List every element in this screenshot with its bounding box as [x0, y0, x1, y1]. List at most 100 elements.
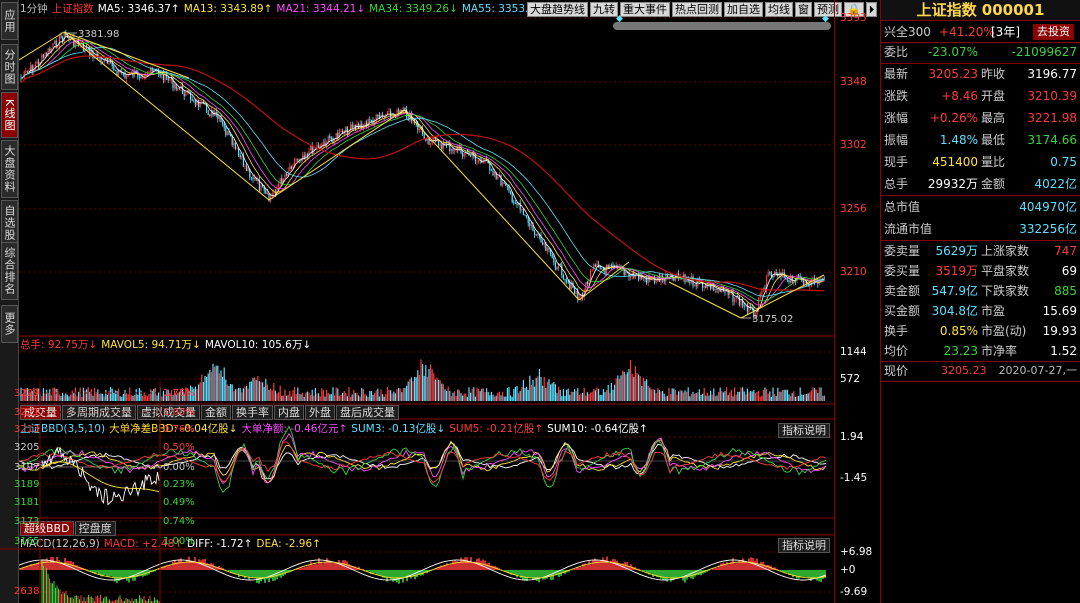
- volume-tick: 1144: [840, 346, 867, 358]
- quote-date: 2020-07-27,一: [998, 364, 1077, 377]
- fund-name: 兴全300: [884, 25, 931, 39]
- quote-value: 0.85%: [939, 324, 978, 338]
- quote-label: 市盈: [981, 304, 1006, 318]
- side-tab-3[interactable]: 大盘资料: [1, 140, 18, 198]
- ma21-line: [20, 40, 825, 306]
- mini-pct-tick: 0.00%: [163, 462, 195, 473]
- toolbar-button-5[interactable]: 均线: [765, 2, 793, 17]
- quote-row: 买金额 304.8亿 市盈 15.69: [881, 301, 1080, 321]
- volume-tick: 572: [840, 373, 861, 385]
- quote-value: 3196.77: [1027, 67, 1077, 81]
- mini-pct-tick: 0.50%: [163, 442, 195, 453]
- side-tab-5[interactable]: 综合排名: [1, 242, 18, 300]
- bbd-legend-item: 大单净额: -0.46亿元↑: [241, 423, 348, 435]
- mini-price-tick: 3165: [14, 536, 40, 547]
- quote-row: 委卖量 5629万 上涨家数 747: [881, 241, 1080, 261]
- scroll-right-icon[interactable]: ◆: [822, 14, 829, 24]
- volume-tab-7[interactable]: 盘后成交量: [336, 405, 399, 420]
- toolbar-button-1[interactable]: 九转: [590, 2, 618, 17]
- macd-tick: -9.69: [840, 586, 868, 598]
- quote-label: 现价: [884, 364, 909, 378]
- quote-value: 451400: [932, 155, 978, 169]
- ma55-line: [20, 47, 825, 297]
- ma-legend-item: MA34: 3349.26↓: [369, 3, 458, 15]
- macd-tick: +0: [840, 564, 856, 576]
- quote-label: 最低: [981, 133, 1006, 147]
- side-tab-1[interactable]: 分时图: [1, 44, 18, 90]
- volume-tab-5[interactable]: 内盘: [274, 405, 304, 420]
- bbd-tick: 1.94: [840, 431, 864, 443]
- current-price: 3205.23: [941, 364, 987, 377]
- quote-label: 委比: [884, 45, 909, 59]
- quote-value: -21099627: [1011, 45, 1077, 59]
- macd-help-button[interactable]: 指标说明: [778, 538, 830, 553]
- invest-button[interactable]: 去投资: [1033, 24, 1074, 40]
- quote-row: 涨跌 +8.46 开盘 3210.39: [881, 86, 1080, 106]
- side-tab-2[interactable]: K线图: [1, 92, 18, 138]
- quote-value: 547.9亿: [931, 284, 978, 298]
- quote-label: 昨收: [981, 67, 1006, 81]
- bbd-help-button[interactable]: 指标说明: [778, 423, 830, 438]
- quote-value: 29932万: [927, 177, 978, 191]
- volume-tab-6[interactable]: 外盘: [305, 405, 335, 420]
- toolbar-button-0[interactable]: 大盘趋势线: [527, 2, 588, 17]
- quote-row: 现手 451400 量比 0.75: [881, 152, 1080, 172]
- quote-value: +8.46: [941, 89, 978, 103]
- quote-value: 1.48%: [939, 133, 978, 147]
- quote-row: 卖金额 547.9亿 下跌家数 885: [881, 281, 1080, 301]
- quote-row: 委买量 3519万 平盘家数 69: [881, 261, 1080, 281]
- market-cap-row: 总市值 404970亿: [881, 197, 1080, 217]
- volume-tab-3[interactable]: 金额: [201, 405, 231, 420]
- toolbar-button-4[interactable]: 加自选: [724, 2, 763, 17]
- quote-value: +0.26%: [929, 111, 978, 125]
- ma34-line: [20, 42, 825, 302]
- volume-tab-4[interactable]: 换手率: [232, 405, 273, 420]
- quote-label: 振幅: [884, 133, 909, 147]
- divider: [881, 63, 1080, 64]
- mini-price-tick: 3221: [14, 407, 40, 418]
- quote-label: 涨幅: [884, 111, 909, 125]
- quote-label: 涨跌: [884, 89, 909, 103]
- quote-value: 3221.98: [1027, 111, 1077, 125]
- mini-intraday-chart[interactable]: 3229 3221 3213 3205 3197 3189 3181 3173 3165 1.76…: [0, 381, 199, 603]
- quote-value: 404970亿: [1019, 200, 1077, 214]
- quote-row: 均价 23.23 市净率 1.52: [881, 341, 1080, 361]
- quote-label: 市净率: [981, 344, 1018, 358]
- side-tab-0[interactable]: 应用: [1, 2, 18, 40]
- side-tab-4[interactable]: 自选股: [1, 200, 18, 246]
- mini-pct-tick: 0.49%: [163, 497, 195, 508]
- quote-label: 委卖量: [884, 244, 921, 258]
- intraday-price-line: [41, 447, 160, 506]
- mini-pct-tick: 0.76%: [163, 424, 195, 435]
- quote-value: 0.75: [1050, 155, 1077, 169]
- quote-panel: 上证指数 000001 兴全300 +41.20% [3年] 去投资 委比 -23…: [881, 0, 1080, 603]
- range-scrollbar[interactable]: [613, 22, 831, 30]
- quote-row: 换手 0.85% 市盈(动) 19.93: [881, 321, 1080, 341]
- quote-row: 总手 29932万 金额 4022亿: [881, 174, 1080, 194]
- price-tick: 3256: [840, 203, 867, 215]
- mini-price-tick: 3213: [14, 424, 40, 435]
- quote-label: 下跌家数: [981, 284, 1030, 298]
- quote-value: 332256亿: [1019, 222, 1077, 236]
- toolbar-button-3[interactable]: 热点回测: [672, 2, 722, 17]
- quote-label: 平盘家数: [981, 264, 1030, 278]
- quote-label: 金额: [981, 177, 1006, 191]
- current-price-row: 现价 3205.23 2020-07-27,一: [881, 361, 1080, 381]
- quote-value: -23.07%: [927, 45, 978, 59]
- quote-label: 量比: [981, 155, 1006, 169]
- quote-label: 总手: [884, 177, 909, 191]
- price-tick: 3210: [840, 266, 867, 278]
- index-label: 上证指数: [51, 3, 94, 15]
- period-label: 1分钟: [20, 3, 48, 15]
- ma13-line: [20, 38, 825, 309]
- mini-pct-tick: 0.23%: [163, 479, 195, 490]
- quote-title: 上证指数 000001: [881, 0, 1080, 21]
- toolbar-button-2[interactable]: 重大事件: [620, 2, 670, 17]
- scroll-left-icon[interactable]: ◆: [616, 14, 623, 24]
- side-tab-6[interactable]: 更多: [1, 305, 18, 343]
- quote-row: 振幅 1.48% 最低 3174.66: [881, 130, 1080, 150]
- toolbar-button-6[interactable]: 窗: [795, 2, 812, 17]
- divider: [881, 195, 1080, 196]
- market-cap-row: 流通市值 332256亿: [881, 219, 1080, 239]
- quote-value: 304.8亿: [931, 304, 978, 318]
